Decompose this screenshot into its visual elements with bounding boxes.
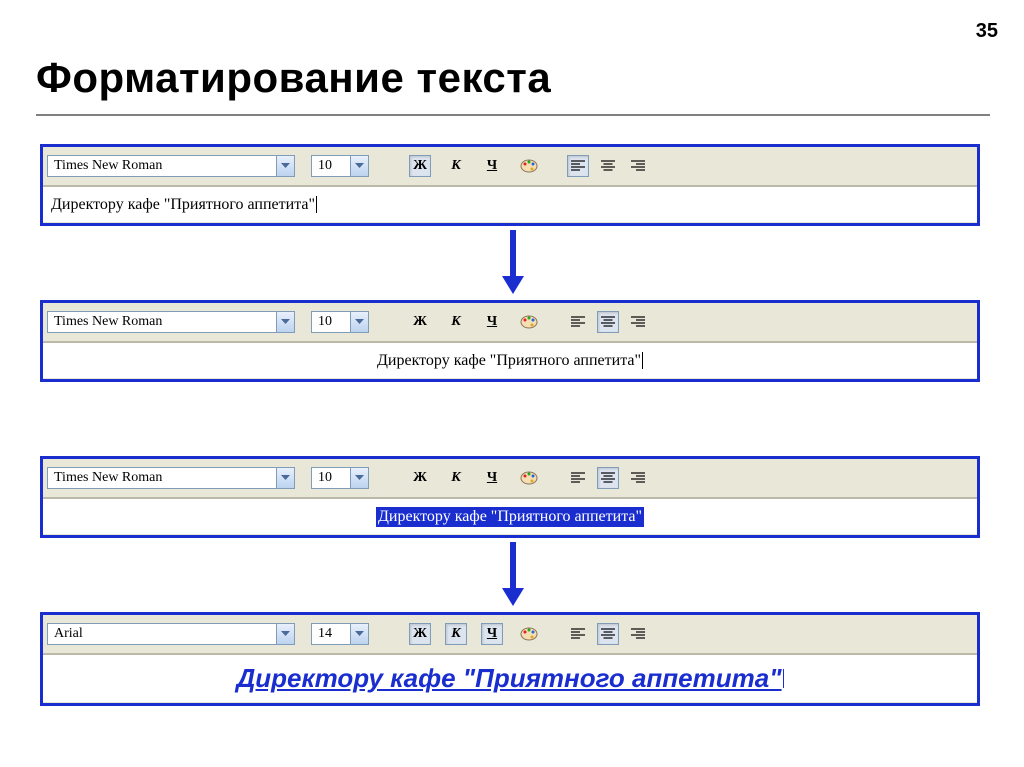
page-number: 35: [976, 20, 998, 43]
italic-button[interactable]: К: [445, 155, 467, 177]
toolbar: Times New Roman 10 Ж К Ч: [43, 459, 977, 498]
align-group: [567, 623, 649, 645]
font-value: Arial: [48, 626, 276, 642]
italic-button[interactable]: К: [445, 311, 467, 333]
font-selector[interactable]: Times New Roman: [47, 467, 295, 489]
font-color-icon[interactable]: [519, 625, 539, 643]
align-group: [567, 467, 649, 489]
font-value: Times New Roman: [48, 470, 276, 486]
chevron-down-icon[interactable]: [350, 468, 368, 488]
align-center-button[interactable]: [597, 623, 619, 645]
toolbar: Times New Roman 10 Ж К Ч: [43, 303, 977, 342]
size-selector[interactable]: 14: [311, 623, 369, 645]
text-cursor: [783, 669, 784, 687]
bold-button[interactable]: Ж: [409, 155, 431, 177]
chevron-down-icon[interactable]: [276, 624, 294, 644]
font-selector[interactable]: Times New Roman: [47, 155, 295, 177]
text-cursor: [642, 352, 643, 370]
align-right-button[interactable]: [627, 155, 649, 177]
underline-button[interactable]: Ч: [481, 467, 503, 489]
underline-button[interactable]: Ч: [481, 155, 503, 177]
bold-button[interactable]: Ж: [409, 467, 431, 489]
toolbar: Times New Roman 10 Ж К Ч: [43, 147, 977, 186]
font-selector[interactable]: Arial: [47, 623, 295, 645]
bold-button[interactable]: Ж: [409, 623, 431, 645]
toolbar: Arial 14 Ж К Ч: [43, 615, 977, 654]
align-center-button[interactable]: [597, 311, 619, 333]
size-value: 10: [312, 470, 350, 486]
align-right-button[interactable]: [627, 623, 649, 645]
size-value: 10: [312, 158, 350, 174]
editor-panel-3: Times New Roman 10 Ж К Ч Директору кафе …: [40, 456, 980, 538]
italic-button[interactable]: К: [445, 467, 467, 489]
editor-area[interactable]: Директору кафе "Приятного аппетита": [43, 342, 977, 378]
align-left-button[interactable]: [567, 467, 589, 489]
chevron-down-icon[interactable]: [350, 156, 368, 176]
font-value: Times New Roman: [48, 314, 276, 330]
editor-panel-1: Times New Roman 10 Ж К Ч Директору кафе …: [40, 144, 980, 226]
font-color-icon[interactable]: [519, 313, 539, 331]
align-right-button[interactable]: [627, 467, 649, 489]
size-selector[interactable]: 10: [311, 155, 369, 177]
italic-button[interactable]: К: [445, 623, 467, 645]
sample-text-selected: Директору кафе "Приятного аппетита": [376, 507, 644, 527]
font-value: Times New Roman: [48, 158, 276, 174]
align-left-button[interactable]: [567, 623, 589, 645]
slide: 35 Форматирование текста Times New Roman…: [0, 0, 1024, 767]
bold-button[interactable]: Ж: [409, 311, 431, 333]
align-left-button[interactable]: [567, 311, 589, 333]
chevron-down-icon[interactable]: [350, 624, 368, 644]
chevron-down-icon[interactable]: [276, 468, 294, 488]
sample-text: Директору кафе "Приятного аппетита": [377, 352, 641, 370]
editor-panel-4: Arial 14 Ж К Ч Директору кафе "Приятного…: [40, 612, 980, 706]
arrow-down-icon: [506, 542, 520, 606]
underline-button[interactable]: Ч: [481, 623, 503, 645]
editor-panel-2: Times New Roman 10 Ж К Ч Директору кафе …: [40, 300, 980, 382]
chevron-down-icon[interactable]: [276, 312, 294, 332]
size-selector[interactable]: 10: [311, 467, 369, 489]
underline-button[interactable]: Ч: [481, 311, 503, 333]
font-color-icon[interactable]: [519, 157, 539, 175]
font-color-icon[interactable]: [519, 469, 539, 487]
chevron-down-icon[interactable]: [350, 312, 368, 332]
editor-area[interactable]: Директору кафе "Приятного аппетита": [43, 654, 977, 702]
align-group: [567, 155, 649, 177]
align-group: [567, 311, 649, 333]
title-underline: [36, 114, 990, 116]
sample-text: Директору кафе "Приятного аппетита": [51, 196, 315, 214]
editor-area[interactable]: Директору кафе "Приятного аппетита": [43, 186, 977, 222]
align-right-button[interactable]: [627, 311, 649, 333]
text-cursor: [316, 196, 317, 214]
size-selector[interactable]: 10: [311, 311, 369, 333]
font-selector[interactable]: Times New Roman: [47, 311, 295, 333]
size-value: 10: [312, 314, 350, 330]
size-value: 14: [312, 626, 350, 642]
align-center-button[interactable]: [597, 155, 619, 177]
arrow-down-icon: [506, 230, 520, 294]
align-center-button[interactable]: [597, 467, 619, 489]
align-left-button[interactable]: [567, 155, 589, 177]
chevron-down-icon[interactable]: [276, 156, 294, 176]
page-title: Форматирование текста: [36, 54, 551, 102]
editor-area[interactable]: Директору кафе "Приятного аппетита": [43, 498, 977, 534]
sample-text: Директору кафе "Приятного аппетита": [236, 663, 781, 694]
